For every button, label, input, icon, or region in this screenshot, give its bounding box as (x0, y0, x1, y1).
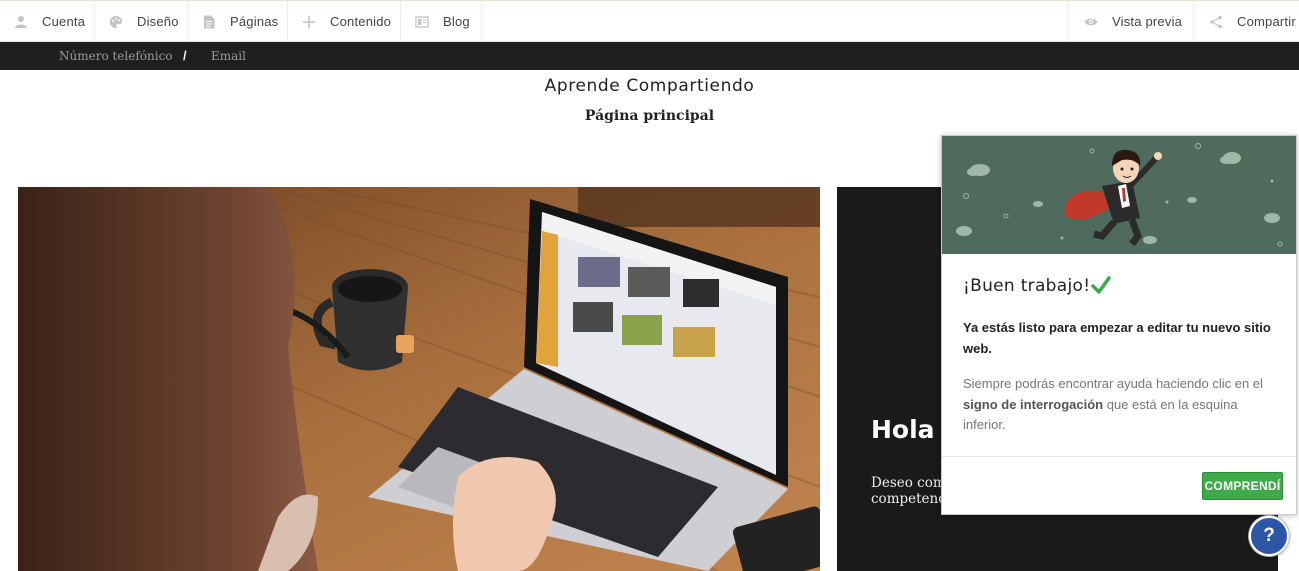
hero-image[interactable] (18, 187, 820, 571)
popup-title: ¡Buen trabajo! (963, 276, 1091, 296)
phone-link[interactable]: Número telefónico (59, 49, 173, 63)
page-icon (204, 15, 215, 28)
popup-body-text: Siempre podrás encontrar ayuda haciendo … (963, 374, 1283, 436)
contact-separator: / (183, 48, 187, 63)
user-icon (15, 15, 27, 28)
toolbar-blog-button[interactable]: Blog (401, 1, 482, 42)
toolbar-diseno-button[interactable]: Diseño (95, 1, 188, 42)
toolbar-compartir-button[interactable]: Compartir (1193, 1, 1299, 42)
eye-icon (1084, 18, 1098, 25)
plus-icon (303, 15, 315, 28)
site-subtitle[interactable]: Página principal (0, 108, 1299, 124)
toolbar-paginas-label: Páginas (230, 14, 279, 29)
toolbar-diseno-label: Diseño (137, 14, 179, 29)
email-link[interactable]: Email (211, 49, 246, 63)
site-title[interactable]: Aprende Compartiendo (0, 76, 1299, 96)
hero-photo-illustration (18, 187, 820, 571)
toolbar-contenido-label: Contenido (330, 14, 392, 29)
share-icon (1210, 15, 1222, 28)
onboarding-popup: ¡Buen trabajo! Ya estás listo para empez… (941, 135, 1297, 515)
editor-toolbar: Cuenta Diseño Páginas Contenido Blog Vis… (0, 0, 1299, 42)
toolbar-blog-label: Blog (443, 14, 470, 29)
superhero-illustration (956, 143, 1283, 247)
toolbar-contenido-button[interactable]: Contenido (288, 1, 401, 42)
toolbar-compartir-label: Compartir (1237, 14, 1296, 29)
blog-icon (415, 15, 429, 28)
toolbar-vista-previa-button[interactable]: Vista previa (1068, 1, 1193, 42)
help-button[interactable]: ? (1249, 516, 1289, 556)
checkmark-icon (1091, 276, 1111, 294)
palette-icon (110, 15, 122, 28)
popup-divider (942, 456, 1296, 457)
popup-banner (942, 136, 1296, 254)
comprendi-button[interactable]: COMPRENDÍ (1202, 472, 1283, 500)
contact-bar: Número telefónico / Email (0, 42, 1299, 70)
popup-body-pre: Siempre podrás encontrar ayuda haciendo … (963, 376, 1263, 391)
toolbar-cuenta-label: Cuenta (42, 14, 86, 29)
toolbar-paginas-button[interactable]: Páginas (188, 1, 288, 42)
popup-body-bold: signo de interrogación (963, 396, 1104, 412)
toolbar-cuenta-button[interactable]: Cuenta (0, 1, 95, 42)
toolbar-vista-previa-label: Vista previa (1112, 14, 1183, 29)
popup-lead-text: Ya estás listo para empezar a editar tu … (963, 320, 1271, 356)
